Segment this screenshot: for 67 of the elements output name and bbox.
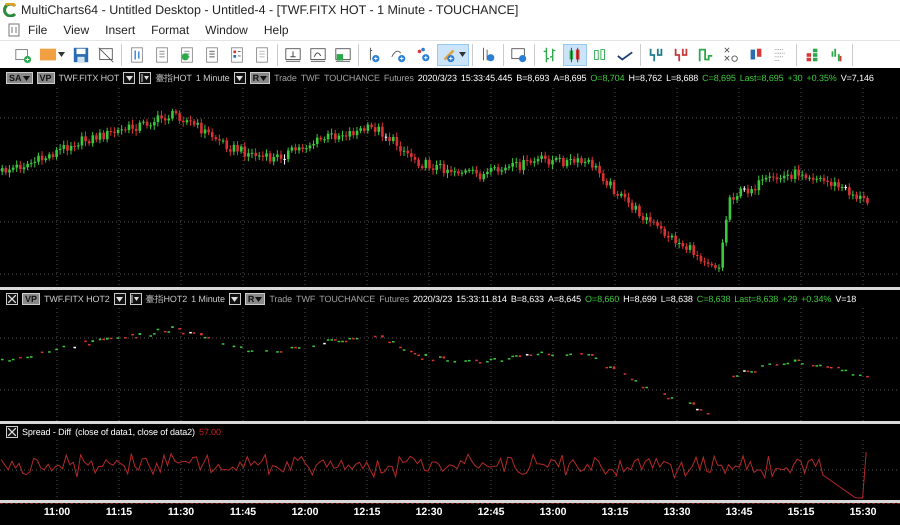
time-axis-label: 12:15 — [352, 506, 382, 518]
window-title: MultiCharts64 - Untitled Desktop - Untitled-4 - [TWF.FITX HOT - 1 Minute - TOUCHANCE] — [21, 3, 518, 17]
header-text: 2020/3/23 — [413, 294, 452, 304]
time-axis-label: 13:00 — [538, 506, 568, 518]
header-text: L=8,688 — [666, 73, 698, 83]
header-text: Trade — [274, 73, 297, 83]
time-axis-label: 15:15 — [786, 506, 816, 518]
time-axis-label: 12:00 — [290, 506, 320, 518]
header-text: L=8,638 — [660, 294, 693, 304]
header-text: 15:33:11.814 — [456, 294, 507, 304]
header-text: 2020/3/23 — [418, 73, 457, 83]
header-text: 臺指HOT2 — [146, 292, 188, 306]
header-text: C=8,695 — [702, 73, 736, 83]
label-button[interactable]: R — [250, 72, 270, 84]
time-axis-label: 11:30 — [166, 506, 196, 518]
header-text: TWF — [296, 294, 316, 304]
label-button[interactable]: R — [244, 293, 266, 305]
menu-item[interactable]: File — [20, 23, 56, 37]
header-text: (close of data1, close of data2) — [75, 427, 195, 437]
header-text: V=18 — [835, 294, 856, 304]
header-text: 1 Minute — [191, 294, 225, 304]
header-text: Last=8,695 — [740, 73, 784, 83]
time-axis-label: 12:30 — [414, 506, 444, 518]
header-text: 臺指HOT — [155, 72, 192, 84]
menu-item[interactable]: Format — [143, 23, 198, 37]
header-text: H=8,762 — [628, 73, 662, 83]
header-text: O=8,704 — [590, 73, 624, 83]
menu-item[interactable]: Help — [256, 23, 297, 37]
header-text: Spread - Diff — [22, 427, 72, 437]
header-text: B=8,633 — [510, 294, 544, 304]
header-text: +0.35% — [806, 73, 837, 83]
header-text: A=8,645 — [548, 294, 582, 304]
header-text: B=8,693 — [516, 73, 550, 83]
label-button[interactable]: VP — [22, 293, 40, 305]
time-axis-label: 13:45 — [724, 506, 754, 518]
header-text: O=8,660 — [585, 294, 620, 304]
time-axis-label: 11:15 — [104, 506, 134, 518]
header-text: 1 Minute — [196, 73, 230, 83]
header-text: TWF — [300, 73, 320, 83]
label-button[interactable]: SA — [6, 72, 33, 84]
header-text: 57.00 — [198, 427, 221, 437]
header-text: TOUCHANCE — [319, 294, 376, 304]
header-text: A=8,695 — [553, 73, 586, 83]
header-text: TWF.FITX HOT2 — [44, 294, 110, 304]
menu-item[interactable]: Insert — [97, 23, 144, 37]
time-axis-label: 11:45 — [228, 506, 258, 518]
header-text: Trade — [269, 294, 292, 304]
time-axis-label: 11:00 — [42, 506, 72, 518]
time-axis-label: 13:30 — [662, 506, 692, 518]
header-text: Futures — [379, 294, 410, 304]
header-text: +30 — [788, 73, 803, 83]
header-text: Futures — [384, 73, 414, 83]
header-text: 15:33:45.445 — [460, 73, 512, 83]
label-button[interactable]: VP — [36, 72, 55, 84]
time-axis-label: 15:30 — [848, 506, 878, 518]
header-text: TWF.FITX HOT — [58, 73, 120, 83]
time-axis-label: 12:45 — [476, 506, 506, 518]
header-text: V=7,146 — [840, 73, 874, 83]
header-text: Last=8,638 — [734, 294, 778, 304]
header-text: TOUCHANCE — [324, 73, 380, 83]
header-text: +0.34% — [801, 294, 832, 304]
menu-item[interactable]: View — [55, 23, 98, 37]
header-text: +29 — [782, 294, 798, 304]
time-axis-label: 13:15 — [600, 506, 630, 518]
header-text: H=8,699 — [623, 294, 657, 304]
header-text: C=8,638 — [696, 294, 730, 304]
menu-item[interactable]: Window — [197, 23, 256, 37]
